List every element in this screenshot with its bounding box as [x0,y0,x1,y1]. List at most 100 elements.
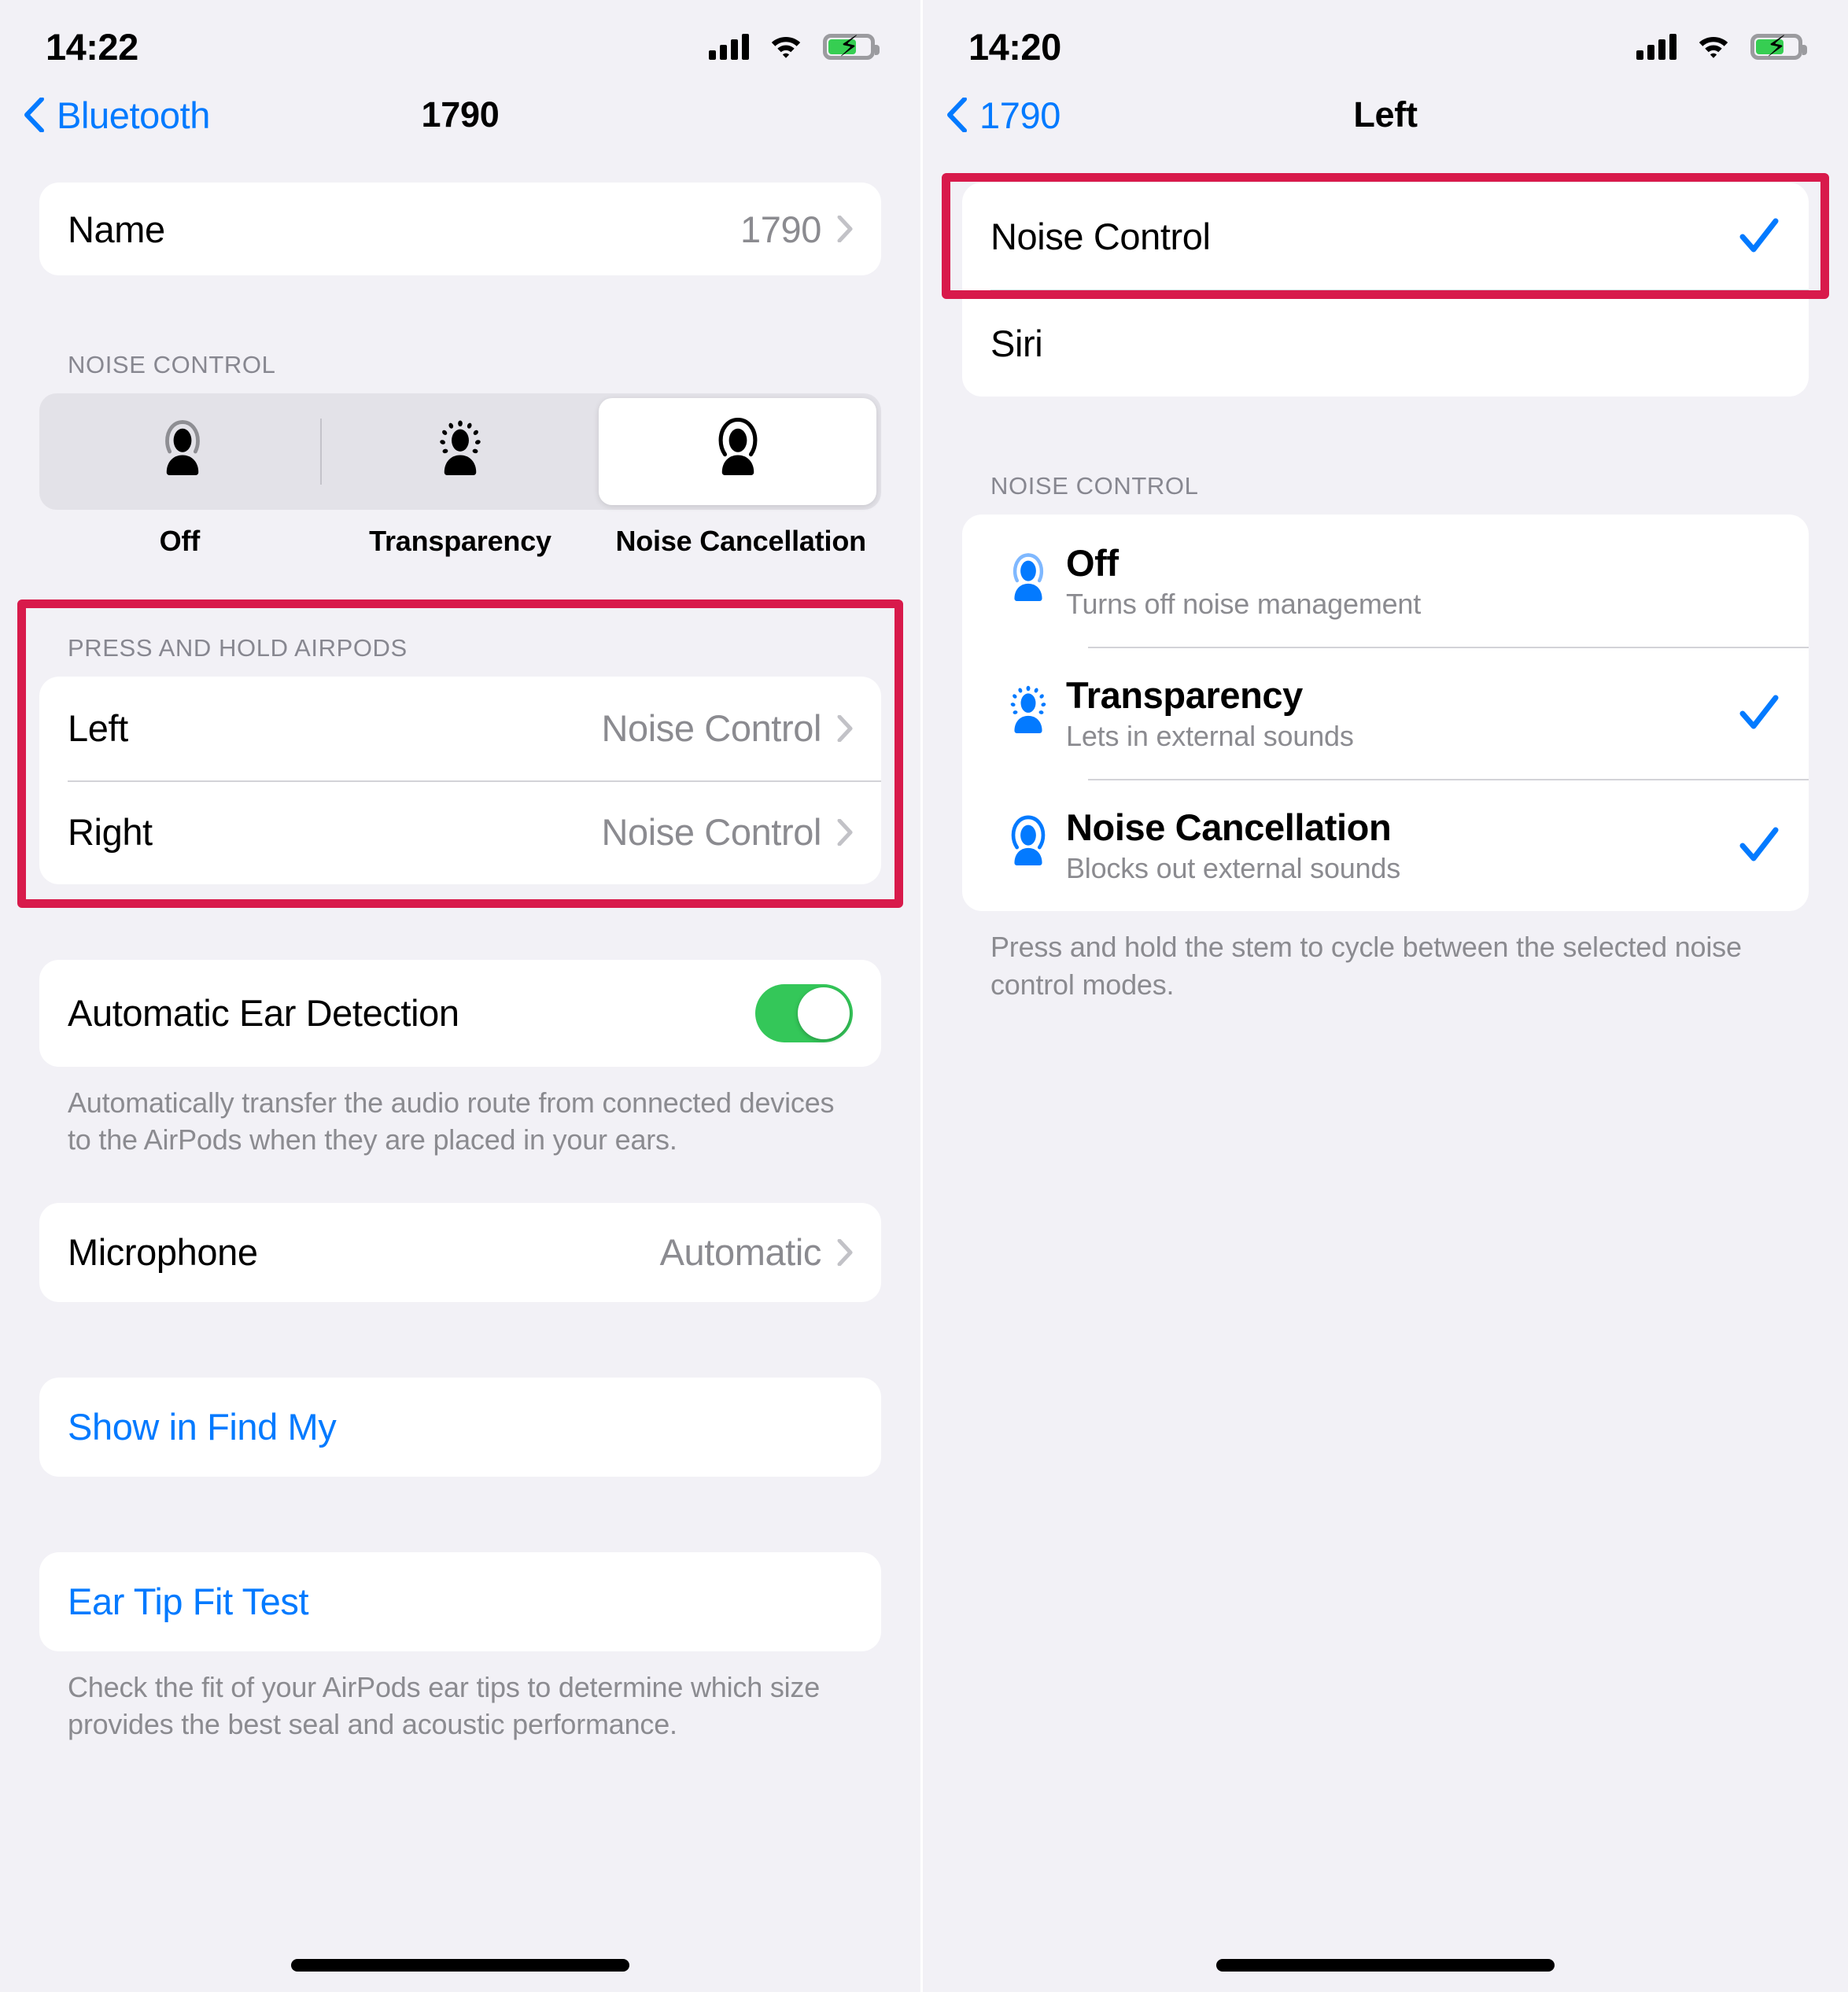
find-my-label: Show in Find My [68,1406,337,1448]
row-ear-tip-fit-test[interactable]: Ear Tip Fit Test [39,1552,881,1651]
mode-title-noise-cancellation: Noise Cancellation [1066,806,1392,848]
row-action-siri[interactable]: Siri [962,290,1809,397]
segment-label-off: Off [159,525,201,557]
back-button-label: 1790 [979,94,1060,136]
segment-label-noise-cancellation: Noise Cancellation [615,525,866,557]
battery-charging-icon: ⚡ [823,32,880,61]
person-transparency-icon [440,420,481,475]
mode-title-transparency: Transparency [1066,673,1303,716]
page-title-right: Left [1353,94,1418,135]
mode-subtitle-off: Turns off noise management [1066,587,1422,620]
back-button-bluetooth[interactable]: Bluetooth [0,94,210,137]
nav-bar-left: Bluetooth 1790 [0,79,920,151]
mode-row-transparency[interactable]: Transparency Lets in external sounds [962,647,1809,779]
left-airpod-label: Left [68,707,128,750]
person-transparency-icon [990,682,1066,743]
battery-charging-icon: ⚡ [1750,32,1807,61]
status-time: 14:20 [968,25,1061,68]
noise-control-modes-header: NOISE CONTROL [990,472,1199,500]
ear-detection-footnote: Automatically transfer the audio route f… [68,1086,835,1156]
chevron-left-icon [24,98,44,132]
person-noise-cancellation-icon [718,417,758,475]
name-label: Name [68,208,165,250]
right-airpod-value: Noise Control [601,811,821,854]
chevron-right-icon [837,1238,853,1266]
chevron-right-icon [837,216,853,242]
mode-text-transparency: Transparency Lets in external sounds [1066,673,1354,753]
segment-off[interactable] [44,398,322,505]
mode-text-off: Off Turns off noise management [1066,541,1421,621]
chevron-right-icon [837,714,853,742]
person-noise-off-icon [990,550,1066,611]
left-airpod-value: Noise Control [601,707,821,750]
ear-detection-card: Automatic Ear Detection [39,959,881,1067]
name-group: Name 1790 [39,183,881,275]
microphone-value: Automatic [659,1231,822,1274]
name-value: 1790 [740,208,821,250]
ear-tip-card: Ear Tip Fit Test [39,1551,881,1651]
row-name[interactable]: Name 1790 [39,183,881,275]
person-noise-cancellation-icon [990,814,1066,876]
name-card: Name 1790 [39,183,881,275]
noise-control-section-header: NOISE CONTROL [68,351,276,378]
segment-noise-cancellation[interactable] [599,398,877,505]
cellular-bars-icon [709,33,749,60]
action-options-card: Noise Control Siri [962,183,1809,397]
back-button-1790[interactable]: 1790 [923,94,1060,137]
status-bar-right: 14:20 ⚡ [923,0,1848,79]
action-options-section: Noise Control Siri [923,173,1848,397]
segmented-labels: Off Transparency Noise Cancellation [39,524,881,559]
row-show-in-find-my[interactable]: Show in Find My [39,1378,881,1477]
nav-bar-right: 1790 Left [923,79,1848,151]
status-bar-left: 14:22 ⚡ [0,0,920,79]
ear-tip-label: Ear Tip Fit Test [68,1581,309,1623]
checkmark-icon [1739,218,1779,253]
segment-transparency[interactable] [322,398,599,505]
action-noise-control-label: Noise Control [990,215,1211,257]
chevron-right-icon [837,818,853,846]
right-phone-screen: 14:20 ⚡ 1790 Left Noise Control Siri NOI… [923,0,1848,1992]
row-left-airpod[interactable]: Left Noise Control [39,677,881,780]
home-indicator-right [1216,1959,1555,1972]
row-action-noise-control[interactable]: Noise Control [962,183,1809,290]
microphone-label: Microphone [68,1231,258,1274]
press-and-hold-group: Left Noise Control Right Noise Control [39,676,881,884]
status-icons: ⚡ [709,32,880,61]
mode-row-off[interactable]: Off Turns off noise management [962,515,1809,647]
press-and-hold-card: Left Noise Control Right Noise Control [39,676,881,884]
find-my-group: Show in Find My [39,1377,881,1477]
wifi-icon [768,33,804,60]
segment-label-transparency: Transparency [369,525,551,557]
left-phone-screen: 14:22 ⚡ Bluetooth 1790 Name 1790 NOISE C… [0,0,923,1992]
ear-detection-group: Automatic Ear Detection Automatically tr… [39,959,881,1159]
chevron-left-icon [947,98,967,132]
dual-screenshot-container: 14:22 ⚡ Bluetooth 1790 Name 1790 NOISE C… [0,0,1848,1992]
mode-subtitle-transparency: Lets in external sounds [1066,719,1354,752]
checkmark-icon [1739,695,1779,729]
microphone-card: Microphone Automatic [39,1202,881,1302]
ear-tip-footnote: Check the fit of your AirPods ear tips t… [68,1670,821,1741]
noise-control-segmented-control[interactable] [39,393,881,510]
action-siri-label: Siri [990,322,1043,364]
mode-subtitle-noise-cancellation: Blocks out external sounds [1066,851,1401,884]
noise-control-modes-card: Off Turns off noise management Transpare… [962,515,1809,911]
mode-row-noise-cancellation[interactable]: Noise Cancellation Blocks out external s… [962,779,1809,911]
cellular-bars-icon [1636,33,1676,60]
action-options-group: Noise Control Siri [962,183,1809,397]
mode-title-off: Off [1066,541,1119,584]
status-icons: ⚡ [1636,32,1807,61]
ear-detection-label: Automatic Ear Detection [68,992,459,1035]
press-and-hold-header: PRESS AND HOLD AIRPODS [68,633,408,662]
find-my-card: Show in Find My [39,1377,881,1477]
noise-control-footnote: Press and hold the stem to cycle between… [990,931,1742,1001]
home-indicator-left [291,1959,629,1972]
ear-tip-group: Ear Tip Fit Test Check the fit of your A… [39,1551,881,1743]
row-microphone[interactable]: Microphone Automatic [39,1203,881,1302]
press-and-hold-section: PRESS AND HOLD AIRPODS Left Noise Contro… [0,599,920,908]
row-automatic-ear-detection[interactable]: Automatic Ear Detection [39,960,881,1067]
status-time: 14:22 [46,25,138,68]
mode-text-noise-cancellation: Noise Cancellation Blocks out external s… [1066,806,1400,885]
ear-detection-toggle[interactable] [755,983,853,1042]
microphone-group: Microphone Automatic [39,1202,881,1302]
row-right-airpod[interactable]: Right Noise Control [39,780,881,884]
